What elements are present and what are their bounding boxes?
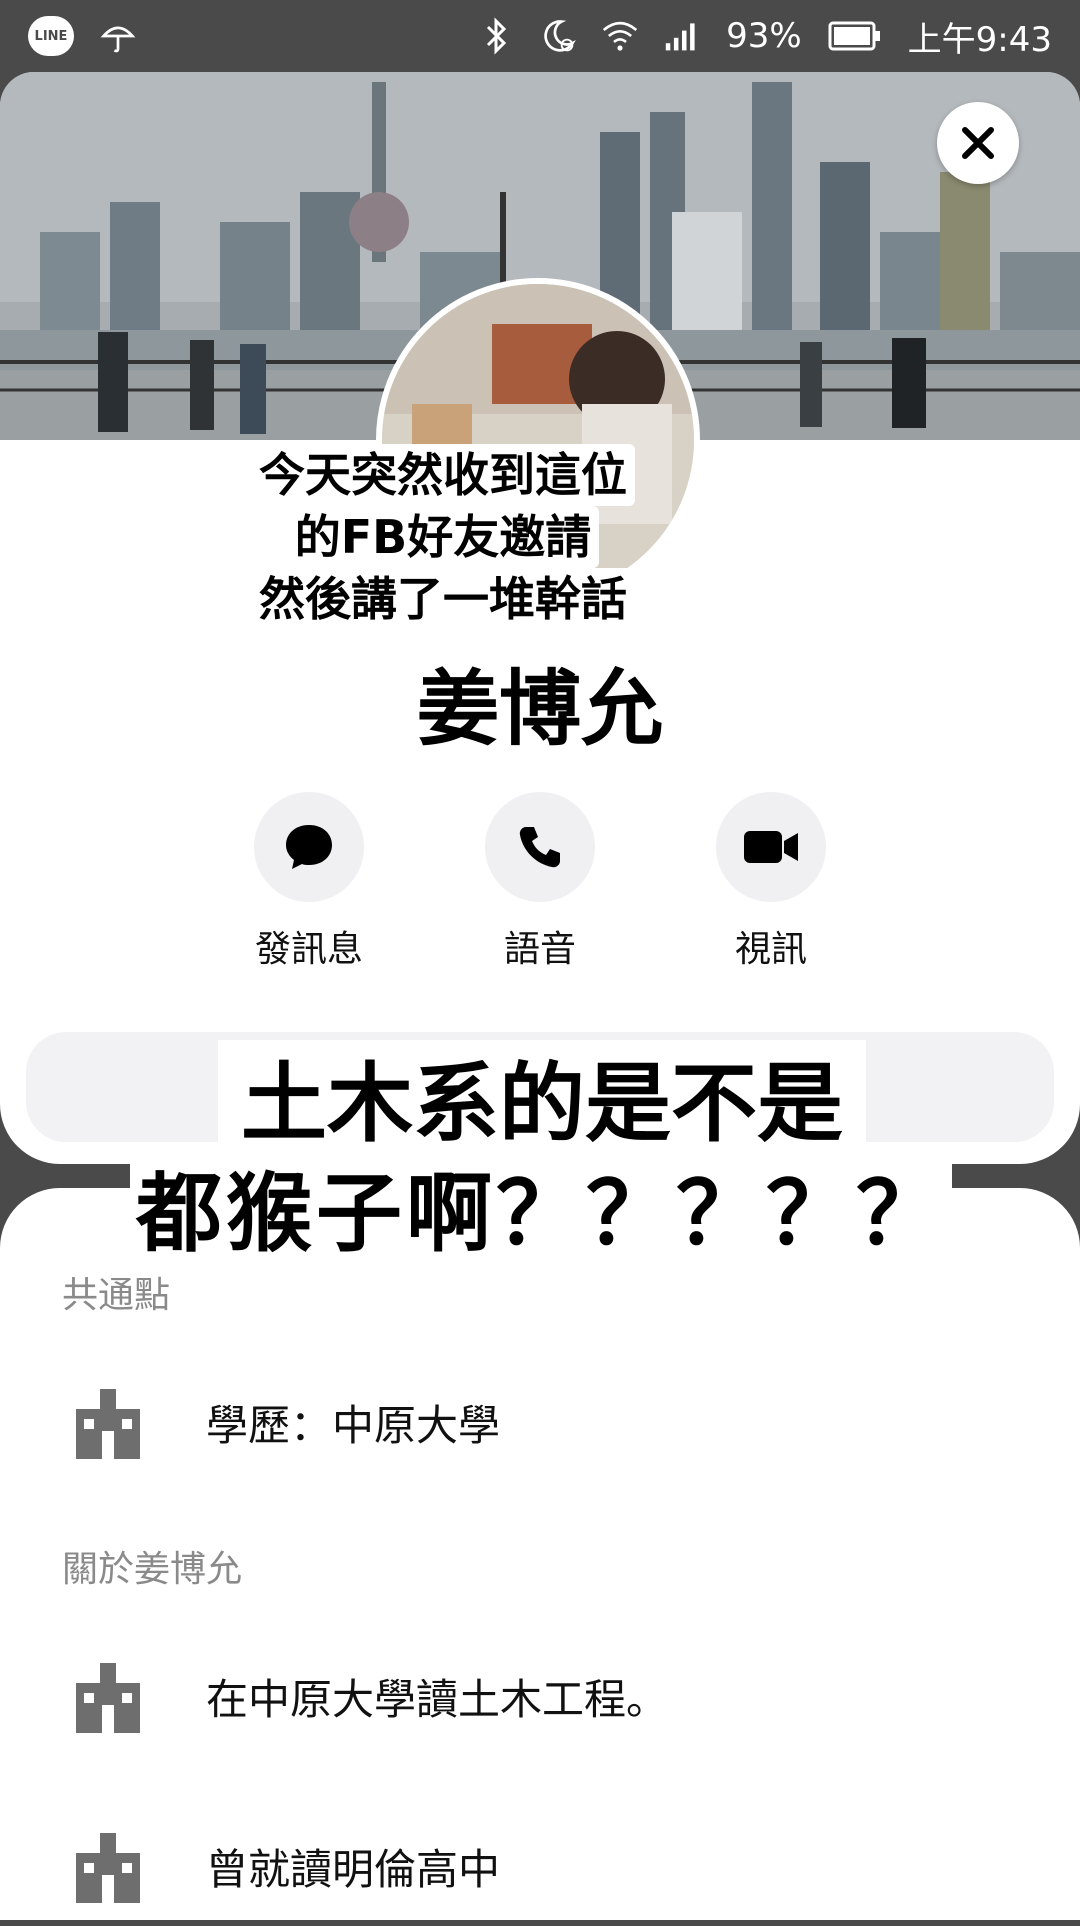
info-row-highschool[interactable]: 曾就讀明倫高中: [0, 1806, 1080, 1926]
close-icon: [962, 127, 994, 159]
do-not-disturb-moon-icon: [540, 18, 576, 54]
common-section-header: 共通點: [62, 1275, 171, 1316]
voice-call-button-circle: [485, 792, 595, 902]
status-bar-right: 93% 上午9:43: [478, 12, 1052, 61]
school-building-icon: [76, 1833, 140, 1903]
overlay-caption-line: 今天突然收到這位: [251, 444, 635, 506]
big-caption-line-1: 土木系的是不是: [218, 1040, 866, 1154]
video-call-button-label: 視訊: [734, 929, 807, 970]
info-row-education[interactable]: 學歷：中原大學: [0, 1362, 1080, 1482]
close-button[interactable]: [937, 102, 1019, 184]
overlay-caption-line: 的FB好友邀請: [286, 506, 600, 568]
profile-name: 姜博允: [416, 662, 663, 757]
about-section-header: 關於姜博允: [62, 1549, 243, 1590]
video-call-button-circle: [716, 792, 826, 902]
wifi-icon: [602, 18, 638, 54]
status-bar: LINE 93% 上午9:43: [0, 0, 1080, 72]
school-building-icon: [76, 1663, 140, 1733]
bluetooth-icon: [478, 17, 514, 55]
info-sheet: 共通點 學歷：中原大學 關於姜博允 在中原大學讀土木工程。 曾就讀明倫高中: [0, 1188, 1080, 1920]
info-row-study[interactable]: 在中原大學讀土木工程。: [0, 1636, 1080, 1756]
profile-sheet: 今天突然收到這位 的FB好友邀請 然後講了一堆幹話 姜博允 發訊息 語音 視訊: [0, 72, 1080, 1164]
battery-percent: 93%: [726, 16, 802, 56]
message-button-circle: [254, 792, 364, 902]
info-row-text: 曾就讀明倫高中: [206, 1844, 501, 1894]
info-row-text: 在中原大學讀土木工程。: [206, 1674, 669, 1724]
voice-call-button-label: 語音: [503, 929, 576, 970]
big-caption-line-2: 都猴子啊？？？？？: [130, 1150, 952, 1264]
message-button-label: 發訊息: [254, 929, 363, 970]
battery-icon: [828, 18, 882, 54]
info-row-text: 學歷：中原大學: [206, 1400, 501, 1450]
message-bubble-icon: [286, 825, 332, 869]
video-camera-icon: [744, 831, 798, 863]
umbrella-icon: [100, 18, 136, 54]
status-bar-left: LINE: [28, 16, 136, 56]
overlay-caption-line: 然後講了一堆幹話: [251, 568, 635, 630]
school-building-icon: [76, 1389, 140, 1459]
voice-call-button[interactable]: 語音: [450, 792, 630, 972]
clock: 上午9:43: [907, 19, 1052, 60]
line-app-icon: LINE: [28, 16, 74, 56]
overlay-caption: 今天突然收到這位 的FB好友邀請 然後講了一堆幹話: [228, 444, 658, 630]
phone-icon: [519, 827, 560, 868]
message-button[interactable]: 發訊息: [219, 792, 399, 972]
video-call-button[interactable]: 視訊: [681, 792, 861, 972]
signal-strength-icon: [664, 18, 700, 54]
